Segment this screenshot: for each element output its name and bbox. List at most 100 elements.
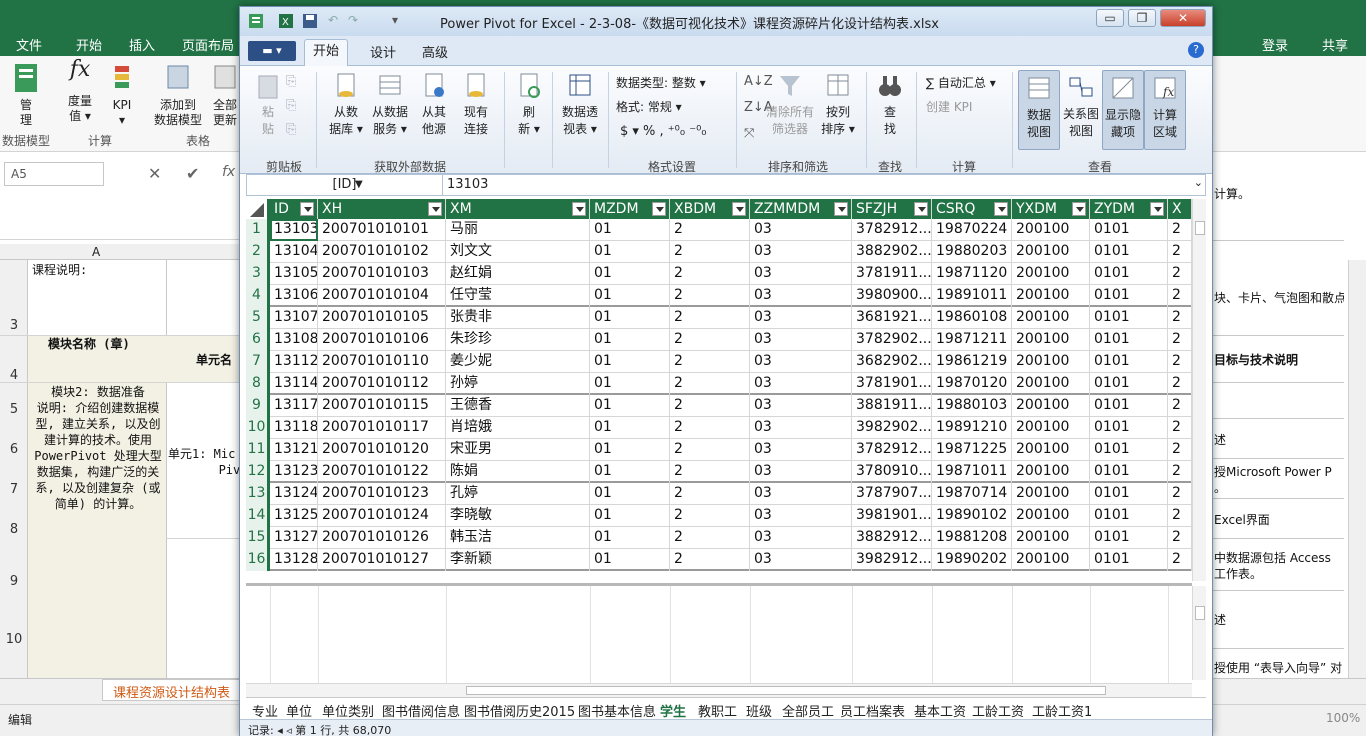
grid-cell[interactable]: 李晓敏 <box>446 505 590 527</box>
grid-cell[interactable]: 孔婷 <box>446 483 590 505</box>
table-row[interactable]: 14 13125 200701010124 李晓敏 01 2 03 3981901... 198… <box>246 505 1192 527</box>
grid-cell[interactable]: 19871225 <box>932 439 1012 461</box>
sheet-tab[interactable]: 专业 <box>252 701 278 720</box>
row-number[interactable]: 4 <box>246 285 270 307</box>
column-header-xm[interactable]: XM <box>446 199 590 219</box>
grid-cell[interactable]: 2 <box>670 329 750 351</box>
row-number[interactable]: 15 <box>246 527 270 549</box>
grid-cell[interactable]: 200100 <box>1012 439 1090 461</box>
grid-cell[interactable]: 200100 <box>1012 395 1090 417</box>
grid-cell[interactable]: 0101 <box>1090 439 1168 461</box>
menu-file[interactable]: 文件 <box>16 35 42 54</box>
grid-cell[interactable]: 13108 <box>270 329 318 351</box>
row-number[interactable]: 10 <box>246 417 270 439</box>
grid-cell[interactable]: 肖培娥 <box>446 417 590 439</box>
share-button[interactable]: 共享 <box>1322 35 1348 54</box>
column-header-zzmmdm[interactable]: ZZMMDM <box>750 199 852 219</box>
table-row[interactable]: 9 13117 200701010115 王德香 01 2 03 3881911... 1988… <box>246 395 1192 417</box>
grid-cell[interactable]: 13114 <box>270 373 318 395</box>
grid-cell[interactable]: 01 <box>590 329 670 351</box>
grid-cell[interactable]: 3780910... <box>852 461 932 483</box>
table-row[interactable]: 11 13121 200701010120 宋亚男 01 2 03 3782912... 198… <box>246 439 1192 461</box>
add-to-model-button[interactable]: 添加到 数据模型 <box>152 62 204 128</box>
measure-button[interactable]: fx 度量 值 ▾ <box>60 59 100 124</box>
grid-cell[interactable]: 2 <box>670 285 750 307</box>
grid-cell[interactable]: 01 <box>590 483 670 505</box>
filter-dropdown-icon[interactable] <box>1072 202 1086 216</box>
grid-cell[interactable]: 13104 <box>270 241 318 263</box>
row-number[interactable]: 3 <box>0 318 28 333</box>
grid-cell[interactable]: 2 <box>670 395 750 417</box>
cell-b6[interactable]: 单元1: Mic Pivo <box>168 446 240 478</box>
grid-cell[interactable]: 2 <box>670 373 750 395</box>
grid-cell[interactable]: 19880103 <box>932 395 1012 417</box>
filter-dropdown-icon[interactable] <box>914 202 928 216</box>
grid-cell[interactable]: 3882912... <box>852 527 932 549</box>
grid-cell[interactable]: 2 <box>670 417 750 439</box>
grid-cell[interactable]: 3982902... <box>852 417 932 439</box>
grid-cell[interactable]: 张贵非 <box>446 307 590 329</box>
grid-cell[interactable]: 200701010105 <box>318 307 446 329</box>
grid-cell[interactable]: 3781911... <box>852 263 932 285</box>
cell-a4[interactable]: 模块名称 (章) <box>48 336 130 352</box>
sheet-tab[interactable]: 班级 <box>746 701 772 720</box>
grid-cell[interactable]: 200701010110 <box>318 351 446 373</box>
grid-cell[interactable]: 3787907... <box>852 483 932 505</box>
grid-cell[interactable]: 200100 <box>1012 241 1090 263</box>
menu-home[interactable]: 开始 <box>76 35 102 54</box>
grid-cell[interactable]: 王德香 <box>446 395 590 417</box>
grid-cell[interactable]: 2 <box>670 461 750 483</box>
grid-cell[interactable]: 3682902... <box>852 351 932 373</box>
sheet-tab[interactable]: 教职工 <box>698 701 737 720</box>
show-hidden-button[interactable]: 显示隐 藏项 <box>1102 70 1144 150</box>
grid-cell[interactable]: 0101 <box>1090 285 1168 307</box>
grid-cell[interactable]: 200701010101 <box>318 219 446 241</box>
zoom-level[interactable]: 100% <box>1326 711 1360 725</box>
clear-all-filters-button[interactable]: 清除所有 筛选器 <box>762 72 818 138</box>
grid-cell[interactable]: 0101 <box>1090 395 1168 417</box>
row-number[interactable]: 16 <box>246 549 270 571</box>
data-view-button[interactable]: 数据 视图 <box>1018 70 1060 150</box>
grid-cell[interactable]: 01 <box>590 307 670 329</box>
copy-icon[interactable]: ⎘ <box>286 122 296 137</box>
sort-by-column-button[interactable]: 按列 排序 ▾ <box>818 72 858 138</box>
from-other-sources-button[interactable]: 从其 他源 <box>414 72 454 138</box>
grid-cell[interactable]: 0101 <box>1090 219 1168 241</box>
row-number[interactable]: 7 <box>246 351 270 373</box>
clear-sort-icon[interactable]: ⤧ <box>744 126 754 141</box>
grid-cell[interactable]: 03 <box>750 307 852 329</box>
grid-cell[interactable]: 2 <box>1168 527 1192 549</box>
grid-cell[interactable]: 200100 <box>1012 307 1090 329</box>
grid-cell[interactable]: 19891210 <box>932 417 1012 439</box>
calculation-area[interactable] <box>246 583 1192 686</box>
redo-icon[interactable]: ↷ <box>348 13 358 27</box>
grid-cell[interactable]: 200100 <box>1012 263 1090 285</box>
right-cell[interactable]: 授Microsoft Power P 。 <box>1214 464 1344 496</box>
table-row[interactable]: 5 13107 200701010105 张贵非 01 2 03 3681921... 1986… <box>246 307 1192 329</box>
paste-button[interactable]: 粘 贴 <box>250 72 286 138</box>
grid-cell[interactable]: 2 <box>1168 307 1192 329</box>
grid-cell[interactable]: 朱珍珍 <box>446 329 590 351</box>
filter-dropdown-icon[interactable] <box>652 202 666 216</box>
grid-cell[interactable]: 0101 <box>1090 241 1168 263</box>
grid-cell[interactable]: 01 <box>590 285 670 307</box>
grid-cell[interactable]: 01 <box>590 263 670 285</box>
pp-file-menu-button[interactable]: ▬ ▾ <box>248 41 296 61</box>
scroll-thumb[interactable] <box>1195 606 1205 620</box>
grid-cell[interactable]: 200100 <box>1012 505 1090 527</box>
grid-cell[interactable]: 200701010126 <box>318 527 446 549</box>
sheet-tab[interactable]: 图书借阅历史2015 <box>464 701 575 720</box>
grid-cell[interactable]: 13117 <box>270 395 318 417</box>
grid-cell[interactable]: 3781901... <box>852 373 932 395</box>
table-row[interactable]: 13 13124 200701010123 孔婷 01 2 03 3787907... 1987… <box>246 483 1192 505</box>
grid-cell[interactable]: 3980900... <box>852 285 932 307</box>
column-header-mzdm[interactable]: MZDM <box>590 199 670 219</box>
menu-insert[interactable]: 插入 <box>129 35 155 54</box>
table-row[interactable]: 7 13112 200701010110 姜少妮 01 2 03 3682902... 1986… <box>246 351 1192 373</box>
grid-cell[interactable]: 马丽 <box>446 219 590 241</box>
grid-cell[interactable]: 韩玉洁 <box>446 527 590 549</box>
grid-cell[interactable]: 孙婷 <box>446 373 590 395</box>
confirm-icon[interactable]: ✔ <box>186 164 199 183</box>
row-number[interactable]: 2 <box>246 241 270 263</box>
row-number[interactable]: 4 <box>0 368 28 383</box>
